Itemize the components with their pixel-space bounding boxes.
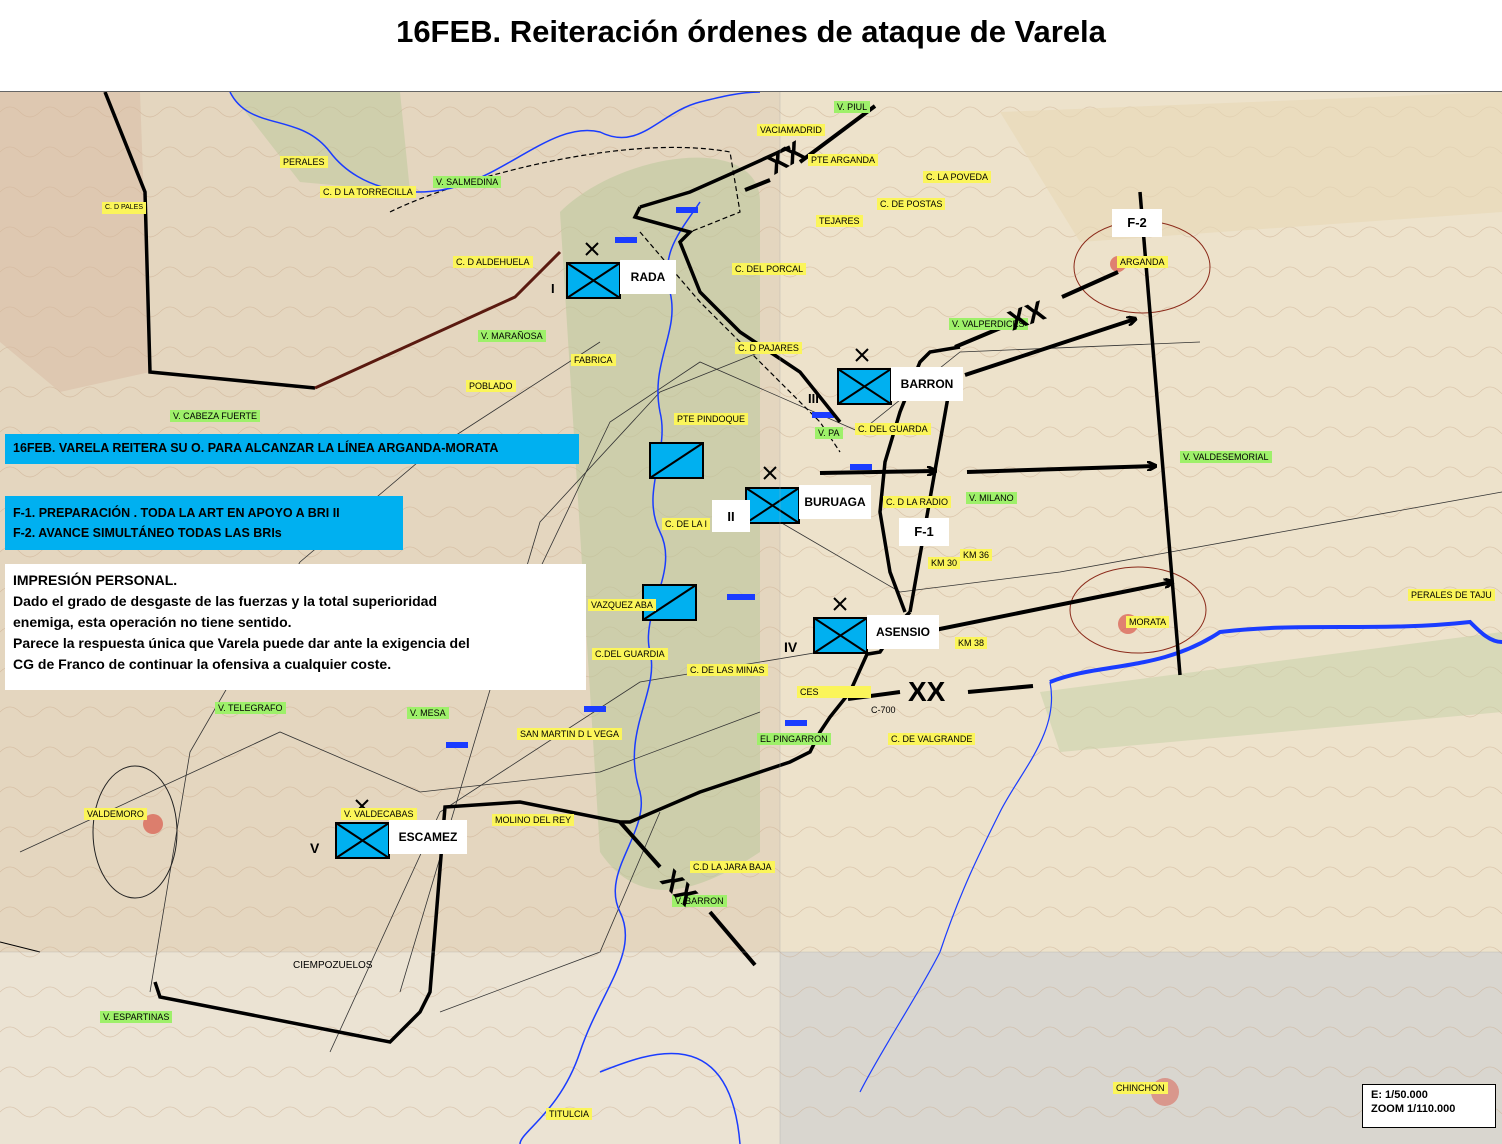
place-label: C. D LA RADIO (883, 496, 952, 508)
marker (727, 594, 755, 600)
place-label: V. ESPARTINAS (100, 1011, 173, 1023)
place-label: SAN MARTIN D L VEGA (517, 728, 623, 740)
place-label: C.DEL GUARDIA (592, 648, 668, 660)
note-heading: IMPRESIÓN PERSONAL. (13, 572, 178, 588)
place-label: PTE PINDOQUE (674, 413, 749, 425)
west-hills (0, 92, 150, 392)
place-label: TITULCIA (546, 1108, 593, 1120)
unit-number-barron: III (808, 391, 819, 406)
place-label: C. LA POVEDA (923, 171, 992, 183)
phase-label-f1: F-1 (899, 518, 949, 546)
place-label: KM 36 (960, 549, 993, 561)
place-label: V. PIUL (834, 101, 871, 113)
place-label: V. CABEZA FUERTE (170, 410, 261, 422)
marker (584, 706, 606, 712)
phases-banner: F-1. PREPARACIÓN . TODA LA ART EN APOYO … (5, 496, 403, 550)
phase-label-f2: F-2 (1112, 209, 1162, 237)
marker (676, 207, 698, 213)
unit-number-asensio: IV (784, 639, 798, 655)
place-label: C. DE LA I (662, 518, 711, 530)
unit-label-asensio[interactable]: ASENSIO (867, 615, 939, 649)
main-order-banner: 16FEB. VARELA REITERA SU O. PARA ALCANZA… (5, 434, 579, 464)
place-label: C. DEL GUARDA (855, 423, 931, 435)
place-label: CIEMPOZUELOS (293, 960, 373, 971)
unit-symbol-escamez (335, 822, 390, 859)
unit-label-escamez[interactable]: ESCAMEZ (389, 820, 467, 854)
note-line: Dado el grado de desgaste de las fuerzas… (13, 593, 438, 609)
place-label: VACIAMADRID (757, 124, 825, 136)
place-label: KM 38 (955, 637, 988, 649)
place-label: C. D PALES (102, 202, 146, 214)
place-label: V. TELEGRAFO (215, 702, 286, 714)
scale-box: E: 1/50.000 ZOOM 1/110.000 (1362, 1084, 1496, 1128)
place-label: PTE ARGANDA (808, 154, 879, 166)
unit-label-rada[interactable]: RADA (620, 260, 676, 294)
marker (785, 720, 807, 726)
unit-label-barron[interactable]: BARRON (891, 367, 963, 401)
division-boundary-label: XX (908, 676, 946, 707)
place-label: C. D ALDEHUELA (453, 256, 533, 268)
place-label: V. MILANO (966, 492, 1017, 504)
phase-1-text: F-1. PREPARACIÓN . TODA LA ART EN APOYO … (13, 506, 340, 520)
scale-line: E: 1/50.000 (1371, 1089, 1428, 1101)
place-label: PERALES DE TAJU (1408, 589, 1495, 601)
place-label: EL PINGARRON (757, 733, 831, 745)
note-line: enemiga, esta operación no tiene sentido… (13, 614, 292, 630)
unit-symbol-reserve-1 (649, 442, 704, 479)
zoom-line: ZOOM 1/110.000 (1371, 1103, 1456, 1115)
place-label: C.D LA JARA BAJA (690, 861, 775, 873)
map[interactable]: V. PIUL VACIAMADRID PTE ARGANDA PERALES … (0, 91, 1502, 1144)
place-label: V. SALMEDINA (433, 176, 502, 188)
marker (446, 742, 468, 748)
place-label: C. D PAJARES (735, 342, 802, 354)
place-label: C. DE VALGRANDE (888, 733, 976, 745)
place-label: ARGANDA (1117, 256, 1168, 268)
place-label: C. DE POSTAS (877, 198, 946, 210)
unit-label-buruaga[interactable]: BURUAGA (799, 485, 871, 519)
marker (850, 464, 872, 470)
unit-symbol-buruaga (745, 487, 800, 524)
unit-symbol-rada (566, 262, 621, 299)
page-title: 16FEB. Reiteración órdenes de ataque de … (396, 14, 1106, 49)
place-label: TEJARES (816, 215, 863, 227)
place-label: MOLINO DEL REY (492, 814, 575, 826)
note-line: CG de Franco de continuar la ofensiva a … (13, 656, 392, 672)
unit-number-buruaga: II (712, 500, 750, 532)
place-label: PERALES (280, 156, 328, 168)
place-label: V. VALDECABAS (341, 808, 417, 820)
place-label: C. DE LAS MINAS (687, 664, 768, 676)
place-label: V. VALDESEMORIAL (1180, 451, 1272, 463)
place-label: MORATA (1126, 616, 1170, 628)
place-label: POBLADO (466, 380, 516, 392)
place-label: V. PA (815, 427, 843, 439)
phase-2-text: F-2. AVANCE SIMULTÁNEO TODAS LAS BRIs (13, 526, 282, 540)
place-label: CES (797, 686, 871, 698)
place-label: FABRICA (571, 354, 616, 366)
place-label: KM 30 (928, 557, 961, 569)
place-label: CHINCHON (1113, 1082, 1168, 1094)
unit-symbol-asensio (813, 617, 868, 654)
unit-number-rada: I (551, 281, 555, 296)
place-label: C. DEL PORCAL (732, 263, 807, 275)
unit-symbol-barron (837, 368, 892, 405)
marker (615, 237, 637, 243)
place-label: VALDEMORO (84, 808, 147, 820)
note-line: Parece la respuesta única que Varela pue… (13, 635, 470, 651)
place-label: VAZQUEZ ABA (588, 599, 656, 611)
place-label: C-700 (871, 705, 896, 715)
place-label: C. D LA TORRECILLA (320, 186, 416, 198)
place-label: V. MESA (407, 707, 449, 719)
unit-number-escamez: V (310, 840, 320, 856)
place-label: V. MARAÑOSA (478, 330, 546, 342)
personal-impression-note: IMPRESIÓN PERSONAL. Dado el grado de des… (5, 564, 586, 690)
